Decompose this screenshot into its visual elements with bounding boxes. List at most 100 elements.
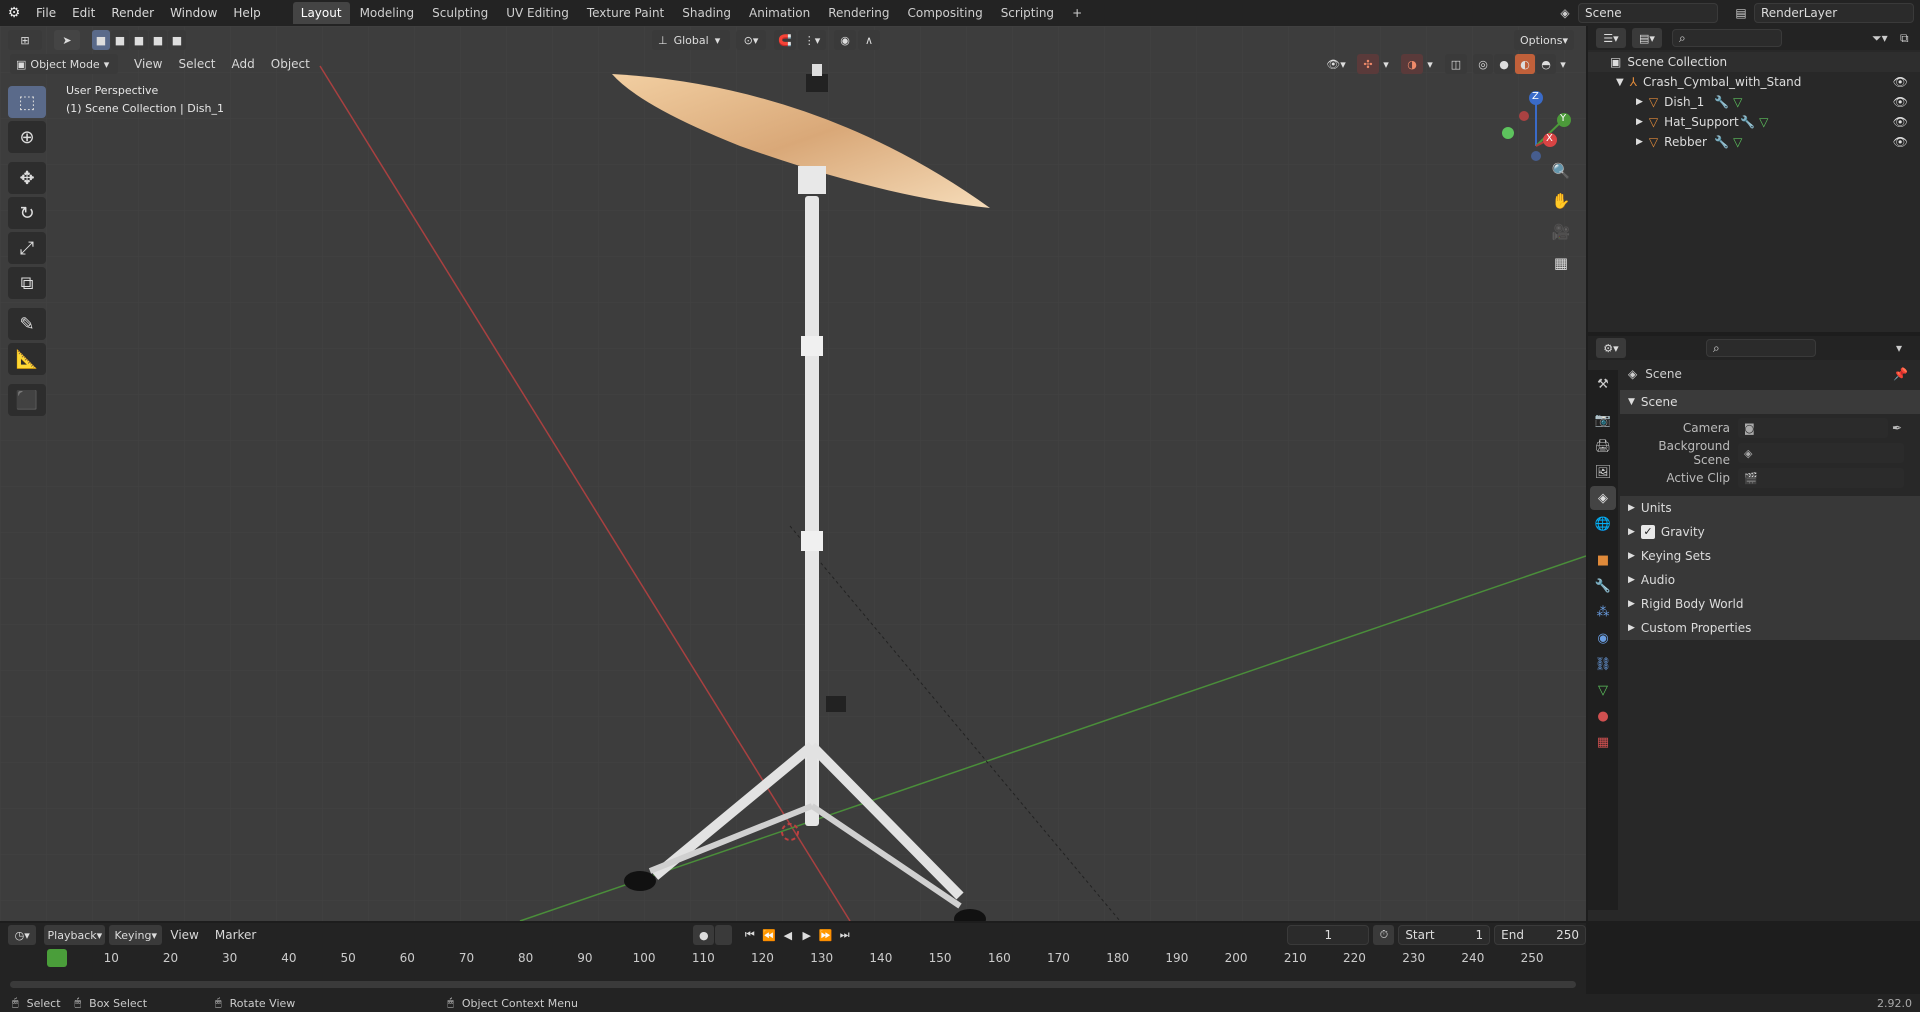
filter-icon[interactable]: ⏷▾ xyxy=(1872,31,1900,46)
background-scene-field[interactable]: ◈ xyxy=(1738,443,1904,463)
add-workspace-button[interactable]: + xyxy=(1064,2,1090,24)
outliner-row-dish[interactable]: ▶ ▽ Dish_1 🔧 ▽ 👁 xyxy=(1588,92,1920,112)
particles-tab-icon[interactable]: ⁂ xyxy=(1590,600,1616,624)
tab-uv-editing[interactable]: UV Editing xyxy=(498,2,577,24)
menu-window[interactable]: Window xyxy=(162,2,225,24)
gizmo-y-label[interactable]: Y xyxy=(1560,113,1566,124)
selection-mode-new-icon[interactable]: ■ xyxy=(92,30,110,50)
shading-solid-icon[interactable]: ● xyxy=(1494,54,1514,74)
scale-tool-icon[interactable]: ⤢ xyxy=(8,232,46,264)
world-tab-icon[interactable]: 🌐 xyxy=(1590,512,1616,536)
view-layer-tab-icon[interactable]: 🖼 xyxy=(1590,460,1616,484)
timeline-menu-marker[interactable]: Marker xyxy=(207,924,264,946)
gizmo-toggle-icon[interactable]: ✣ xyxy=(1357,54,1379,74)
tab-layout[interactable]: Layout xyxy=(292,2,350,24)
mesh-data-icon[interactable]: ▽ xyxy=(1733,95,1742,109)
select-box-tool-icon[interactable]: ⬚ xyxy=(8,86,46,118)
expand-right-icon[interactable]: ▶ xyxy=(1636,117,1643,127)
visibility-eye-icon[interactable]: 👁 xyxy=(1893,95,1908,109)
xray-toggle-icon[interactable]: ◫ xyxy=(1445,54,1467,74)
transform-tool-icon[interactable]: ⧉ xyxy=(8,267,46,299)
panel-keying-sets-header[interactable]: ▶ Keying Sets xyxy=(1620,544,1920,568)
timeline-scrollbar[interactable] xyxy=(10,981,1576,988)
timeline-menu-view[interactable]: View xyxy=(162,924,206,946)
data-tab-icon[interactable]: ▽ xyxy=(1590,678,1616,702)
visibility-eye-icon[interactable]: 👁 xyxy=(1893,135,1908,149)
tab-scripting[interactable]: Scripting xyxy=(993,2,1062,24)
shading-dropdown-icon[interactable]: ▾ xyxy=(1556,54,1570,74)
snap-toggle-icon[interactable]: 🧲 xyxy=(774,30,796,50)
keying-set-icon[interactable] xyxy=(715,925,733,945)
panel-audio-header[interactable]: ▶ Audio xyxy=(1620,568,1920,592)
expand-down-icon[interactable]: ▼ xyxy=(1616,77,1624,88)
overlay-dropdown-icon[interactable]: ▾ xyxy=(1423,54,1437,74)
select-tool-icon[interactable]: ➤ xyxy=(54,30,80,50)
tab-rendering[interactable]: Rendering xyxy=(820,2,897,24)
panel-custom-properties-header[interactable]: ▶ Custom Properties xyxy=(1620,616,1920,640)
selection-mode-invert-icon[interactable]: ■ xyxy=(149,30,167,50)
jump-keyframe-forward-icon[interactable]: ⏩ xyxy=(816,925,835,945)
measure-tool-icon[interactable]: 📐 xyxy=(8,343,46,375)
end-frame-field[interactable]: End 250 xyxy=(1494,925,1586,945)
material-tab-icon[interactable]: ● xyxy=(1590,704,1616,728)
selection-mode-extend-icon[interactable]: ■ xyxy=(111,30,129,50)
proportional-falloff-icon[interactable]: ∧ xyxy=(858,30,880,50)
gravity-checkbox[interactable]: ✓ xyxy=(1640,525,1655,539)
options-dropdown[interactable]: Options ▾ xyxy=(1514,30,1574,50)
mesh-data-icon[interactable]: ▽ xyxy=(1733,135,1742,149)
camera-view-icon[interactable]: 🎥 xyxy=(1547,219,1575,245)
perspective-toggle-icon[interactable]: ▦ xyxy=(1547,250,1575,276)
viewport-menu-view[interactable]: View xyxy=(126,53,170,75)
move-tool-icon[interactable]: ✥ xyxy=(8,162,46,194)
gizmo-x-label[interactable]: X xyxy=(1546,133,1553,144)
menu-render[interactable]: Render xyxy=(103,2,162,24)
camera-field[interactable]: ◙ xyxy=(1738,418,1888,438)
active-clip-field[interactable]: 🎬 xyxy=(1738,468,1904,488)
shading-wireframe-icon[interactable]: ◎ xyxy=(1473,54,1493,74)
zoom-view-icon[interactable]: 🔍 xyxy=(1547,158,1575,184)
tab-shading[interactable]: Shading xyxy=(674,2,739,24)
preview-range-icon[interactable]: ⏱ xyxy=(1373,925,1395,945)
render-layer-icon[interactable]: ▤ xyxy=(1728,6,1754,20)
current-frame-field[interactable]: 1 xyxy=(1287,925,1370,945)
texture-tab-icon[interactable]: ▦ xyxy=(1590,730,1616,754)
scene-icon[interactable]: ◈ xyxy=(1552,6,1578,20)
tab-modeling[interactable]: Modeling xyxy=(352,2,423,24)
properties-search-input[interactable]: ⌕ xyxy=(1706,339,1816,357)
modifier-tab-icon[interactable]: 🔧 xyxy=(1590,574,1616,598)
annotate-tool-icon[interactable]: ✎ xyxy=(8,308,46,340)
overlay-toggle-icon[interactable]: ◑ xyxy=(1401,54,1423,74)
mesh-data-icon[interactable]: ▽ xyxy=(1759,115,1768,129)
viewport-menu-select[interactable]: Select xyxy=(170,53,223,75)
proportional-edit-icon[interactable]: ◉ xyxy=(834,30,856,50)
tab-texture-paint[interactable]: Texture Paint xyxy=(579,2,672,24)
panel-rigid-body-world-header[interactable]: ▶ Rigid Body World xyxy=(1620,592,1920,616)
jump-end-icon[interactable]: ⏭ xyxy=(835,925,854,945)
tool-tab-icon[interactable]: ⚒ xyxy=(1590,372,1616,396)
editor-type-button[interactable]: ⊞ xyxy=(8,30,42,50)
render-layer-selector[interactable]: RenderLayer xyxy=(1754,3,1914,23)
visibility-filter-icon[interactable]: 👁▾ xyxy=(1321,54,1351,74)
object-tab-icon[interactable]: ■ xyxy=(1590,548,1616,572)
snap-target-dropdown[interactable]: ⋮▾ xyxy=(798,30,826,50)
physics-tab-icon[interactable]: ◉ xyxy=(1590,626,1616,650)
new-collection-icon[interactable]: ⧉ xyxy=(1900,31,1920,46)
expand-right-icon[interactable]: ▶ xyxy=(1636,97,1643,107)
scene-selector[interactable]: Scene xyxy=(1578,3,1718,23)
play-reverse-icon[interactable]: ◀ xyxy=(778,925,797,945)
play-icon[interactable]: ▶ xyxy=(797,925,816,945)
viewport-menu-add[interactable]: Add xyxy=(224,53,263,75)
auto-keying-icon[interactable]: ● xyxy=(693,925,715,945)
timeline-editor-type-icon[interactable]: ◷▾ xyxy=(8,925,37,945)
outliner-row-scene-collection[interactable]: ▣ Scene Collection xyxy=(1588,52,1920,72)
3d-viewport[interactable]: User Perspective (1) Scene Collection | … xyxy=(0,26,1586,921)
panel-units-header[interactable]: ▶ Units xyxy=(1620,496,1920,520)
panel-scene-header[interactable]: ▼ Scene xyxy=(1620,390,1920,414)
transform-orientation-dropdown[interactable]: ⊥ Global ▾ xyxy=(652,30,730,50)
jump-keyframe-back-icon[interactable]: ⏪ xyxy=(759,925,778,945)
visibility-eye-icon[interactable]: 👁 xyxy=(1893,115,1908,129)
panel-gravity-header[interactable]: ▶ ✓ Gravity xyxy=(1620,520,1920,544)
outliner-editor-type-icon[interactable]: ☰▾ xyxy=(1596,28,1626,48)
add-cube-tool-icon[interactable]: ⬛ xyxy=(8,384,46,416)
pan-view-icon[interactable]: ✋ xyxy=(1547,188,1575,214)
